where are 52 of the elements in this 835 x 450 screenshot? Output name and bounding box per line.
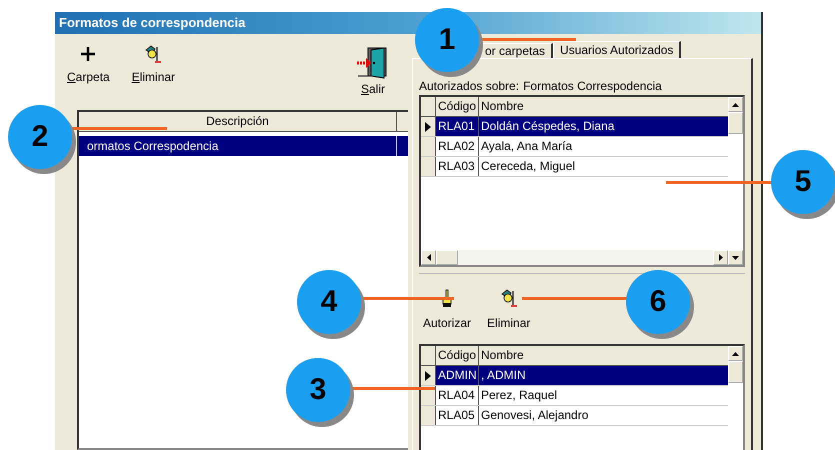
table-row[interactable]: RLA05 Genovesi, Alejandro — [421, 406, 728, 426]
table-cell-text: Genovesi, Alejandro — [480, 407, 590, 424]
up-arrow-icon — [732, 352, 739, 356]
toolbar-button[interactable]: Eliminar — [128, 40, 180, 88]
hand-icon — [498, 288, 519, 308]
right-arrow-icon — [718, 254, 722, 261]
up-arrow-icon — [732, 102, 739, 106]
column-header[interactable]: Código — [436, 346, 479, 365]
horizontal-scrollbar[interactable] — [421, 250, 743, 265]
table-cell: RLA01 — [436, 117, 479, 136]
scroll-thumb[interactable] — [728, 112, 743, 134]
table-row[interactable]: ADMIN , ADMIN — [421, 366, 728, 386]
table-cell: RLA02 — [436, 137, 479, 156]
hand-icon — [143, 44, 164, 64]
table-cell-text: Ayala, Ana María — [480, 138, 574, 155]
plus-icon — [80, 44, 96, 64]
row-indicator — [421, 137, 436, 156]
table-cell: RLA04 — [436, 386, 479, 405]
table-cell-text: Doldán Céspedes, Diana — [480, 118, 616, 135]
current-row-icon — [425, 370, 431, 380]
column-header[interactable]: Código — [436, 97, 479, 116]
row-indicator — [421, 406, 436, 425]
table-cell: RLA03 — [436, 157, 479, 176]
table-cell-text: , ADMIN — [480, 367, 527, 384]
scroll-up-button[interactable] — [728, 346, 743, 361]
table-cell: ADMIN — [436, 366, 479, 385]
folder-name: Formatos Correspodencia — [523, 79, 662, 93]
table-cell-text: Cereceda, Miguel — [480, 158, 576, 175]
table-row[interactable]: RLA01 Doldán Céspedes, Diana — [421, 117, 728, 137]
column-header[interactable]: Nombre — [479, 97, 728, 116]
current-row-icon — [425, 122, 431, 132]
scroll-thumb[interactable] — [728, 361, 743, 383]
callout-number: 5 — [771, 150, 835, 214]
table-cell: RLA05 — [436, 406, 479, 425]
column-header[interactable]: Nombre — [479, 346, 728, 365]
callout-number: 2 — [8, 105, 72, 169]
table-row[interactable]: RLA02 Ayala, Ana María — [421, 137, 728, 157]
tab[interactable]: Usuarios Autorizados — [553, 41, 682, 58]
table-row[interactable]: RLA03 Cereceda, Miguel — [421, 157, 728, 177]
table-cell-text: Perez, Raquel — [480, 387, 558, 404]
field-label: Autorizados sobre: — [419, 79, 520, 93]
scroll-up-button[interactable] — [728, 97, 743, 112]
left-arrow-icon — [426, 254, 430, 261]
exit-button[interactable]: Salir — [352, 40, 394, 100]
row-indicator — [421, 157, 436, 176]
scroll-thumb[interactable] — [436, 250, 458, 265]
table-row[interactable]: RLA04 Perez, Raquel — [421, 386, 728, 406]
down-arrow-icon — [732, 256, 739, 260]
scroll-left-button[interactable] — [421, 250, 436, 265]
scroll-right-button[interactable] — [713, 250, 728, 265]
toolbar-button[interactable]: Carpeta — [63, 40, 114, 88]
scroll-down-button[interactable] — [728, 250, 743, 265]
